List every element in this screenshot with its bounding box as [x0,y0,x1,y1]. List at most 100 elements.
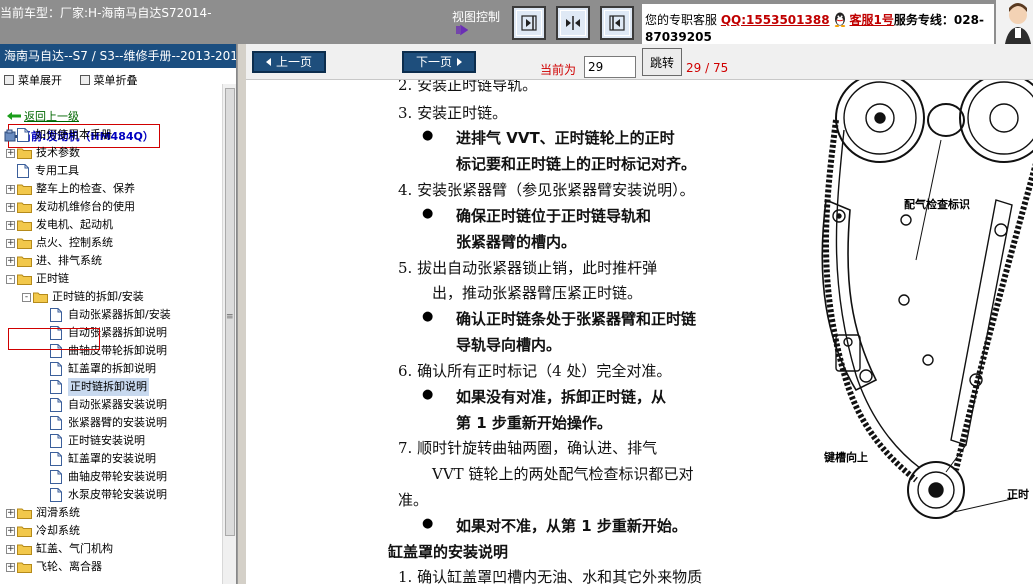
expand-node-icon[interactable]: + [6,508,15,518]
doc-line: 1. 确认缸盖罩凹槽内无油、水和其它外来物质 [398,568,703,584]
tree-folder[interactable]: + 发电机、起动机 [6,216,113,234]
panel-split-icon [566,16,580,30]
view-left-pane-button[interactable] [512,6,546,40]
folder-icon [17,274,32,285]
doc-line: 6. 确认所有正时标记（4 处）完全对准。 [398,362,672,380]
expand-node-icon[interactable]: + [6,562,15,572]
tree-item[interactable]: 自动张紧器拆卸/安装 [50,306,171,324]
current-page-label: 当前为 [540,63,577,77]
tree-item[interactable]: 专用工具 [6,162,79,180]
view-control-arrow-icon [456,24,468,36]
bullet-icon: ● [422,206,434,221]
document-icon [17,128,29,142]
doc-line: 7. 顺时针旋转曲轴两圈，确认进、排气 [398,439,658,457]
view-split-pane-button[interactable] [556,6,590,40]
doc-line: 标记要和正时链上的正时标记对齐。 [456,155,697,173]
next-arrow-icon [457,58,462,66]
manual-page-viewer: 2. 安装正时链导轨。 3. 安装正时链。 ● 进排气 VVT、正时链轮上的正时… [246,80,1033,584]
document-icon [50,488,62,502]
jump-button[interactable]: 跳转 [642,48,682,76]
tree-item[interactable]: 缸盖罩的安装说明 [50,450,156,468]
previous-page-label: 上一页 [275,55,312,69]
collapse-all-button[interactable]: 菜单折叠 [79,74,138,87]
folder-icon [17,184,32,195]
tree-item-label: 缸盖罩的安装说明 [68,452,156,465]
document-icon [50,308,62,322]
tree-item-label: 正时链的拆卸/安装 [52,290,144,303]
folder-icon [17,238,32,249]
manual-title: 海南马自达--S7 / S3--维修手册--2013-2014 [0,44,236,68]
tree-item[interactable]: 如何使用本手册 [6,126,112,144]
expand-node-icon[interactable]: + [6,220,15,230]
folder-icon [17,508,32,519]
tree-folder[interactable]: - 正时链 [6,270,69,288]
tree-folder[interactable]: + 润滑系统 [6,504,80,522]
folder-icon [17,148,32,159]
tree-folder[interactable]: + 飞轮、离合器 [6,558,102,576]
keyway-up-label: 键槽向上 [823,450,868,464]
page-number-input[interactable] [584,56,636,78]
pane-splitter[interactable] [237,44,246,584]
doc-line: 张紧器臂的槽内。 [456,233,577,251]
contact-prefix: 您的专职客服 [645,13,718,27]
tree-item-label: 专用工具 [35,164,79,177]
tree-folder[interactable]: + 技术参数 [6,144,80,162]
tree-item-label: 整车上的检查、保养 [36,182,135,195]
collapse-node-icon[interactable]: - [6,274,15,284]
tree-item-label: 正时链安装说明 [68,434,145,447]
document-icon [50,398,62,412]
tree-item-label: 自动张紧器拆卸/安装 [68,308,171,321]
expand-node-icon[interactable]: + [6,202,15,212]
tree-folder[interactable]: + 整车上的检查、保养 [6,180,135,198]
tree-item[interactable]: 张紧器臂的安装说明 [50,414,167,432]
tree-folder[interactable]: + 点火、控制系统 [6,234,113,252]
view-control-label: 视图控制 [452,10,501,24]
view-right-pane-button[interactable] [600,6,634,40]
left-navigation-panel: 海南马自达--S7 / S3--维修手册--2013-2014 菜单展开 菜单折… [0,44,237,584]
tree-item[interactable]: 自动张紧器安装说明 [50,396,167,414]
qq-penguin-icon[interactable] [832,11,848,27]
expand-node-icon[interactable]: + [6,184,15,194]
panel-collapse-left-icon [521,15,537,31]
tree-item[interactable]: 缸盖罩的拆卸说明 [50,360,156,378]
expand-node-icon[interactable]: + [6,256,15,266]
document-icon [50,434,62,448]
tree-item[interactable]: 正时链安装说明 [50,432,145,450]
tree-item[interactable]: 曲轴皮带轮安装说明 [50,468,167,486]
doc-line: 导轨导向槽内。 [456,336,562,354]
doc-line: 3. 安装正时链。 [398,104,508,122]
panel-collapse-right-icon [609,15,625,31]
previous-page-button[interactable]: 上一页 [252,51,326,73]
doc-line: 5. 拔出自动张紧器锁止销，此时推杆弹 [398,259,658,277]
tree-folder[interactable]: - 正时链的拆卸/安装 [22,288,144,306]
tree-item-label: 润滑系统 [36,506,80,519]
collapse-node-icon[interactable]: - [22,292,31,302]
top-header: 当前车型：厂家:H-海南马自达S72014- 视图控制 您的专职客服 QQ:15… [0,0,1033,44]
bullet-icon: ● [422,128,434,143]
tree-folder[interactable]: + 发动机维修台的使用 [6,198,135,216]
tree-item[interactable]: 正时链拆卸说明 [50,378,149,396]
tree-item-label: 发动机维修台的使用 [36,200,135,213]
doc-line: 出，推动张紧器臂压紧正时链。 [432,284,643,302]
tree-item-label: 点火、控制系统 [36,236,113,249]
expand-node-icon[interactable]: + [6,148,15,158]
tree-item-label: 技术参数 [36,146,80,159]
tree-item-label: 如何使用本手册 [35,128,112,141]
next-page-button[interactable]: 下一页 [402,51,476,73]
tree-item[interactable]: 水泵皮带轮安装说明 [50,486,167,504]
expand-node-icon[interactable]: + [6,544,15,554]
expand-node-icon[interactable]: + [6,526,15,536]
folder-icon [33,292,48,303]
tree-item-label: 缸盖罩的拆卸说明 [68,362,156,375]
tree-item-label: 自动张紧器安装说明 [68,398,167,411]
expand-all-button[interactable]: 菜单展开 [4,74,62,87]
tree-folder[interactable]: + 进、排气系统 [6,252,102,270]
service-agent-link[interactable]: 客服1号 [850,13,894,27]
qq-link[interactable]: QQ:1553501388 [721,13,830,27]
expand-node-icon[interactable]: + [6,238,15,248]
tree-folder[interactable]: + 冷却系统 [6,522,80,540]
folder-icon [17,202,32,213]
left-panel-scrollbar[interactable]: ≡ [222,84,236,584]
tree-folder[interactable]: + 缸盖、气门机构 [6,540,113,558]
doc-line: 2. 安装正时链导轨。 [398,80,538,94]
